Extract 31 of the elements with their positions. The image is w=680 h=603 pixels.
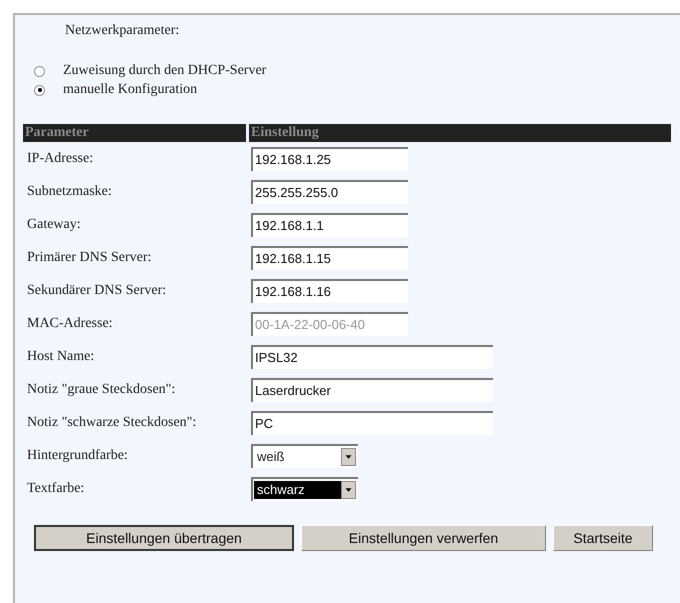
input-field[interactable]: IPSL32 [251, 344, 493, 368]
input-field[interactable]: PC [251, 410, 493, 434]
field-label: Gateway: [27, 216, 81, 232]
radio-button[interactable] [34, 66, 45, 76]
field-label: Hintergrundfarbe: [27, 448, 128, 462]
field-label: Subnetzmaske: [27, 184, 112, 198]
field-label: Host Name: [27, 348, 94, 364]
input-field[interactable]: 192.168.1.1 [251, 212, 408, 236]
dropdown[interactable]: schwarz [251, 476, 358, 500]
field-label: Textfarbe: [27, 480, 84, 496]
input-field[interactable]: 192.168.1.16 [251, 278, 408, 302]
radio-button[interactable] [34, 84, 45, 96]
column-header: Einstellung [249, 124, 671, 142]
dropdown[interactable]: weiß [251, 444, 358, 468]
field-label: Sekundärer DNS Server: [27, 282, 166, 298]
section-heading: Netzwerkparameter: [65, 23, 180, 39]
form-button[interactable]: Einstellungen übertragen [34, 525, 294, 551]
form-button[interactable]: Einstellungen verwerfen [301, 525, 546, 551]
radio-label: Zuweisung durch den DHCP-Server [63, 63, 266, 79]
field-label: Primärer DNS Server: [27, 250, 152, 264]
field-label: IP-Adresse: [27, 150, 94, 166]
radio-label: manuelle Konfiguration [63, 82, 198, 98]
input-field[interactable]: Laserdrucker [251, 378, 493, 402]
input-field[interactable]: 192.168.1.25 [251, 146, 408, 170]
field-label: Notiz "graue Steckdosen": [27, 382, 176, 396]
input-field[interactable]: 192.168.1.15 [251, 246, 408, 270]
column-header: Parameter [23, 124, 246, 142]
field-label: MAC-Adresse: [27, 316, 113, 330]
input-field[interactable]: 255.255.255.0 [251, 180, 408, 204]
form-button[interactable]: Startseite [553, 525, 653, 551]
field-label: Notiz "schwarze Steckdosen": [27, 414, 196, 430]
